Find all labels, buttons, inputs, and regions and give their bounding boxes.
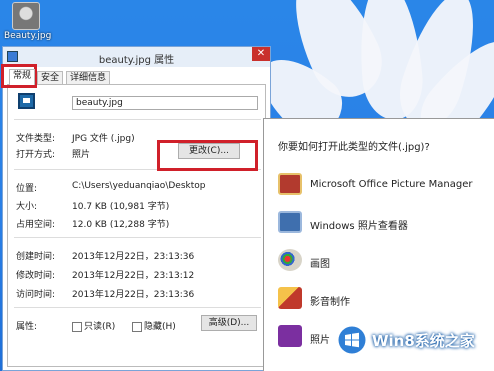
desktop-file-label: Beauty.jpg — [4, 31, 52, 41]
close-button[interactable]: ✕ — [252, 47, 270, 61]
disk-size-value: 12.0 KB (12,288 字节) — [72, 220, 170, 230]
tab-details[interactable]: 详细信息 — [66, 71, 111, 84]
photo-viewer-icon — [278, 211, 302, 233]
general-tab-panel: beauty.jpg 文件类型: JPG 文件 (.jpg) 打开方式: 照片 … — [7, 84, 266, 367]
watermark-text: Win8系统之家 — [372, 332, 475, 350]
image-file-icon — [18, 93, 35, 109]
disk-size-label: 占用空间: — [16, 220, 56, 230]
divider — [14, 307, 261, 308]
app-label: 照片 — [310, 335, 330, 346]
app-label: Microsoft Office Picture Manager — [310, 179, 473, 190]
size-label: 大小: — [16, 202, 38, 212]
photos-icon — [278, 325, 302, 347]
movie-maker-icon — [278, 287, 302, 309]
readonly-label: 只读(R) — [84, 322, 116, 332]
properties-dialog: beauty.jpg 属性 ✕ 常规 安全 详细信息 beauty.jpg 文件… — [2, 46, 271, 371]
open-with-value: 照片 — [72, 150, 91, 160]
app-label: 影音制作 — [310, 297, 350, 308]
app-option-photo-viewer[interactable]: Windows 照片查看器 — [278, 211, 493, 235]
advanced-button[interactable]: 高级(D)... — [201, 315, 257, 331]
windows-logo-icon — [338, 326, 366, 354]
flyout-title: 你要如何打开此类型的文件(.jpg)? — [278, 142, 430, 153]
open-with-label: 打开方式: — [16, 150, 56, 160]
location-label: 位置: — [16, 184, 38, 194]
checkbox-box — [72, 321, 82, 332]
created-label: 创建时间: — [16, 252, 56, 262]
attributes-label: 属性: — [16, 322, 38, 332]
hidden-checkbox[interactable]: 隐藏(H) — [132, 319, 176, 332]
app-label: 画图 — [310, 259, 330, 270]
divider — [14, 119, 261, 120]
image-thumbnail-icon — [12, 2, 40, 30]
modified-label: 修改时间: — [16, 271, 56, 281]
checkbox-box — [132, 321, 142, 332]
tab-security[interactable]: 安全 — [37, 71, 64, 84]
filename-field[interactable]: beauty.jpg — [72, 96, 258, 110]
accessed-label: 访问时间: — [16, 290, 56, 300]
picture-manager-icon — [278, 173, 302, 195]
paint-icon — [278, 249, 302, 271]
modified-value: 2013年12月22日，23:13:12 — [72, 271, 195, 281]
tab-general[interactable]: 常规 — [9, 69, 36, 85]
watermark: Win8系统之家 — [338, 324, 475, 356]
location-value: C:\Users\yeduanqiao\Desktop — [72, 181, 206, 191]
file-type-value: JPG 文件 (.jpg) — [72, 134, 135, 144]
dialog-title: beauty.jpg 属性 — [98, 55, 175, 66]
accessed-value: 2013年12月22日，23:13:36 — [72, 290, 195, 300]
created-value: 2013年12月22日，23:13:36 — [72, 252, 195, 262]
file-type-label: 文件类型: — [16, 134, 56, 144]
readonly-checkbox[interactable]: 只读(R) — [72, 319, 115, 332]
desktop-file-icon[interactable]: Beauty.jpg — [4, 2, 52, 41]
app-label: Windows 照片查看器 — [310, 221, 408, 232]
hidden-label: 隐藏(H) — [144, 322, 176, 332]
size-value: 10.7 KB (10,981 字节) — [72, 202, 170, 212]
highlight-box-change — [157, 140, 258, 171]
dialog-titlebar: beauty.jpg 属性 ✕ — [3, 47, 270, 67]
app-option-paint[interactable]: 画图 — [278, 249, 493, 273]
app-option-movie-maker[interactable]: 影音制作 — [278, 287, 493, 311]
app-option-picture-manager[interactable]: Microsoft Office Picture Manager — [278, 173, 493, 197]
divider — [14, 237, 261, 238]
